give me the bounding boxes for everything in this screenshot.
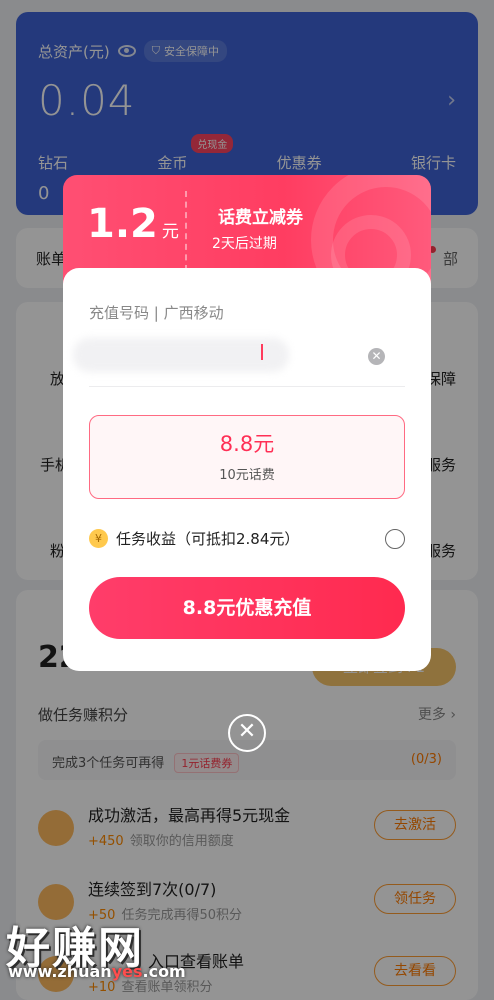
watermark-url: www.zhuanyes.com <box>8 962 186 981</box>
divider <box>89 386 405 387</box>
deduct-text: 任务收益（可抵扣2.84元） <box>116 530 300 548</box>
coin-icon: ¥ <box>89 529 108 548</box>
deduct-row[interactable]: ¥ 任务收益（可抵扣2.84元） <box>89 528 405 552</box>
coupon-expire: 2天后过期 <box>212 236 277 252</box>
phone-label: 充值号码 | 广西移动 <box>89 304 224 322</box>
radio-button[interactable] <box>385 529 405 549</box>
package-option[interactable]: 8.8元 10元话费 <box>89 415 405 499</box>
coupon-title: 话费立减券 <box>218 208 303 228</box>
coupon-amount-unit: 元 <box>161 222 179 242</box>
text-cursor <box>261 344 263 360</box>
coupon-amount-value: 1.2 <box>87 201 158 247</box>
phone-number-blurred <box>73 338 289 372</box>
package-price: 8.8元 <box>219 432 275 456</box>
dashed-divider <box>185 191 187 271</box>
close-icon[interactable]: ✕ <box>228 714 266 752</box>
clear-icon[interactable]: ✕ <box>368 348 385 365</box>
recharge-button[interactable]: 8.8元优惠充值 <box>89 577 405 639</box>
modal-body: 充值号码 | 广西移动 ✕ 8.8元 10元话费 ¥ 任务收益（可抵扣2.84元… <box>63 268 431 671</box>
package-desc: 10元话费 <box>219 468 275 483</box>
recharge-modal: 1.2 元 话费立减券 2天后过期 充值号码 | 广西移动 ✕ 8.8元 10元… <box>63 175 431 671</box>
watermark: 好赚网 www.zhuanyes.com <box>6 912 186 981</box>
coupon-amount: 1.2 元 <box>87 201 179 247</box>
